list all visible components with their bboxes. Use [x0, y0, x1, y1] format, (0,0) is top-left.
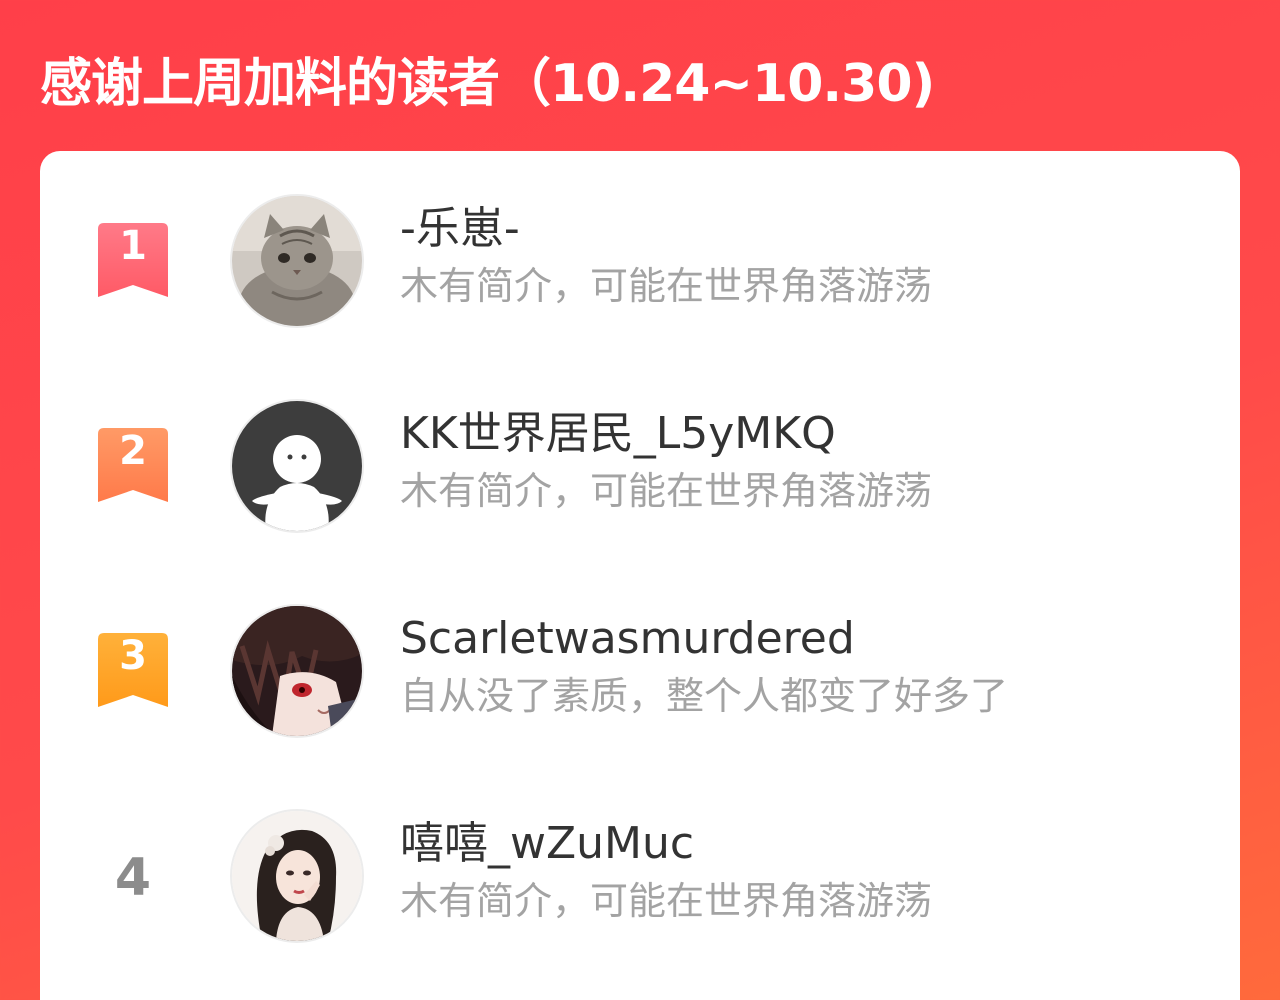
rank-ribbon-icon: 1 — [98, 223, 168, 297]
reader-bio: 自从没了素质，整个人都变了好多了 — [400, 674, 1009, 718]
reader-row[interactable]: 3 Scarletwasmurdered 自从没了素质，整个人都变了好多了 — [40, 601, 1240, 741]
reader-bio: 木有简介，可能在世界角落游荡 — [400, 264, 933, 308]
avatar[interactable] — [230, 194, 364, 328]
page-title: 感谢上周加料的读者（10.24~10.30) — [40, 54, 935, 114]
avatar[interactable] — [230, 604, 364, 738]
rank-number: 3 — [119, 633, 147, 679]
rank-ribbon-icon: 2 — [98, 428, 168, 502]
rank-number: 2 — [119, 428, 147, 474]
reader-bio: 木有简介，可能在世界角落游荡 — [400, 879, 933, 923]
reader-name[interactable]: 嘻嘻_wZuMuc — [400, 816, 694, 872]
reader-name[interactable]: -乐崽- — [400, 201, 520, 257]
reader-row[interactable]: 4 嘻嘻_wZuMuc 木有简介，可能在世界角落游荡 — [40, 806, 1240, 946]
reader-row[interactable]: 1 -乐崽- 木有简介，可能在世界角落游荡 — [40, 191, 1240, 331]
rank-number: 1 — [119, 223, 147, 269]
reader-ranking-card: 1 -乐崽- 木有简介，可能在世界角落游荡 2 KK世界居民_L5yMKQ 木有… — [40, 151, 1240, 1000]
rank-ribbon-icon: 3 — [98, 633, 168, 707]
avatar[interactable] — [230, 809, 364, 943]
rank-number: 4 — [114, 848, 152, 908]
avatar[interactable] — [230, 399, 364, 533]
reader-bio: 木有简介，可能在世界角落游荡 — [400, 469, 933, 513]
reader-name[interactable]: Scarletwasmurdered — [400, 611, 855, 667]
reader-name[interactable]: KK世界居民_L5yMKQ — [400, 406, 836, 462]
reader-row[interactable]: 2 KK世界居民_L5yMKQ 木有简介，可能在世界角落游荡 — [40, 396, 1240, 536]
